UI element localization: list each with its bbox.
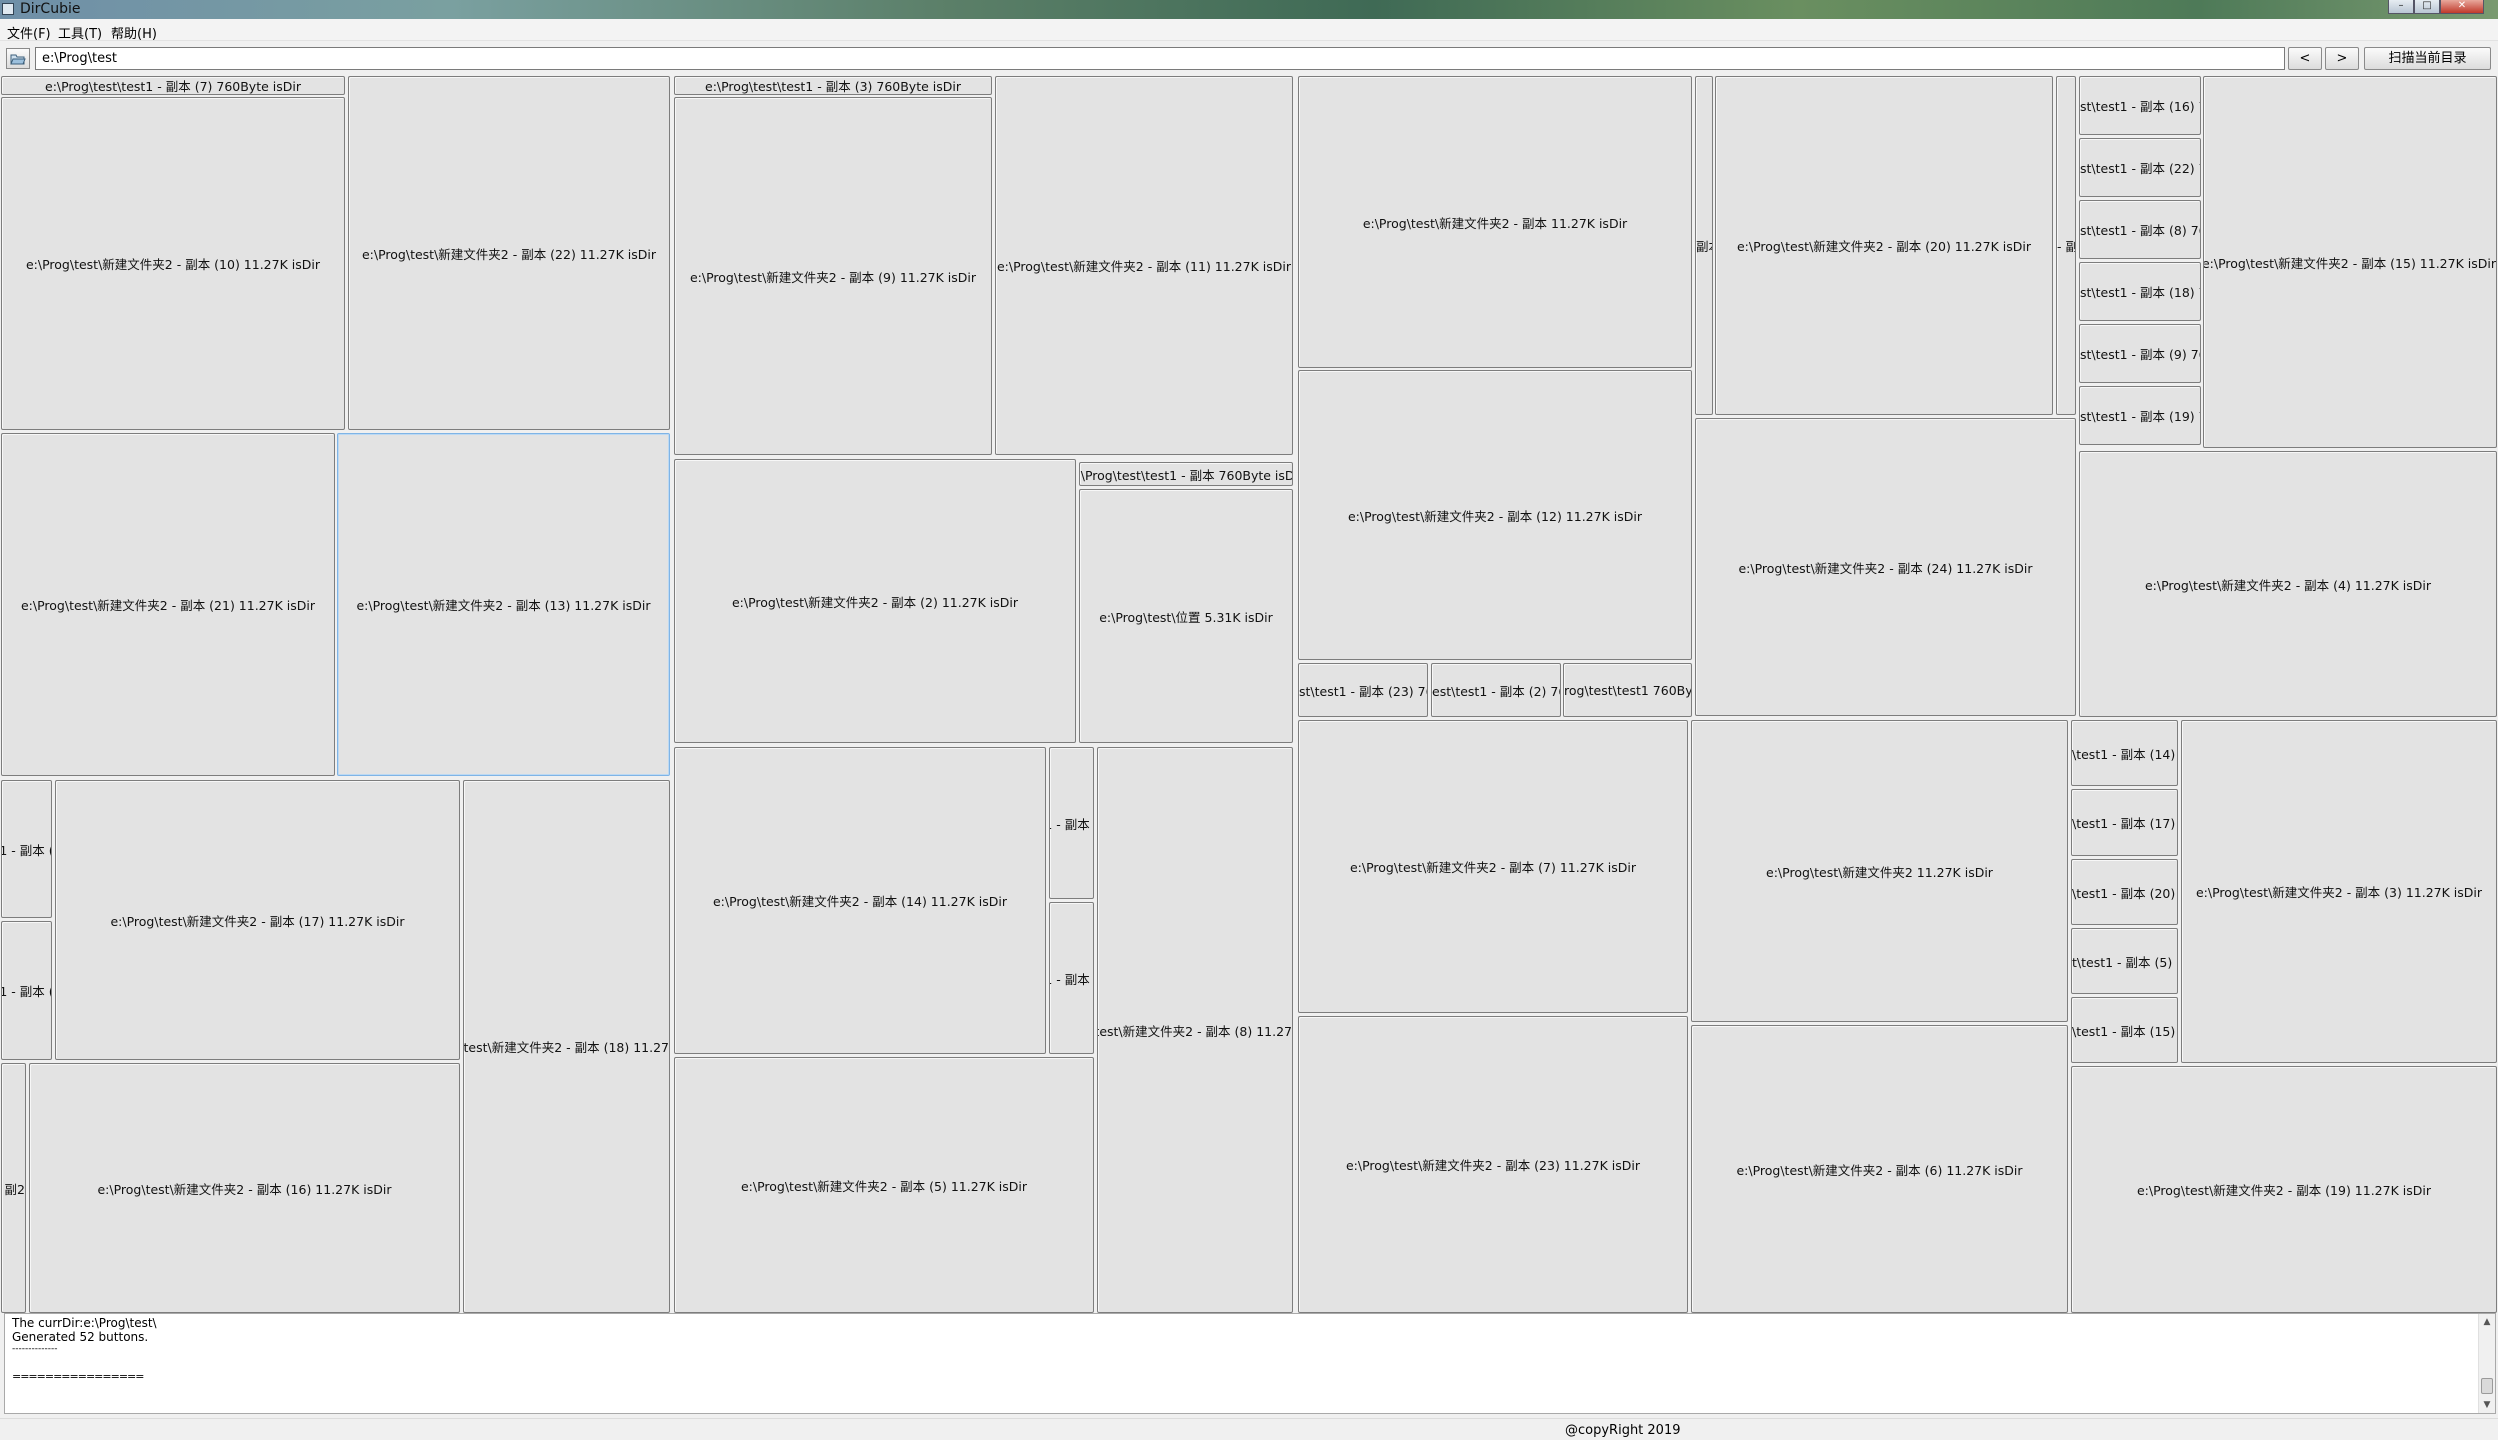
dir-tile[interactable]: e:\Prog\test\新建文件夹2 - 副本 (6) 11.27K isDi… [1691, 1025, 2068, 1313]
dir-tile[interactable]: e:\Prog\test\test1 - 副本 (3) 760Byte isDi… [674, 76, 992, 95]
back-button[interactable]: < [2288, 47, 2322, 70]
log-line: Generated 52 buttons. [12, 1330, 149, 1344]
dir-tile[interactable]: e:\Prog\test\新建文件夹2 - 副本 (4) 11.27K isDi… [2079, 451, 2497, 717]
dir-tile[interactable]: e:\Prog\test\新建文件夹2 - 副本 (10) 11.27K isD… [1, 97, 345, 430]
open-folder-button[interactable] [6, 48, 30, 69]
menu-file[interactable]: 文件(F) [7, 23, 51, 42]
dir-tile[interactable]: e:\Prog\test\新建文件夹2 - 副本 (16) 11.27K isD… [29, 1063, 460, 1313]
status-bar: @copyRight 2019 [0, 1418, 2498, 1440]
dir-tile[interactable]: e:\Prog\test\位置 5.31K isDir [1079, 489, 1293, 743]
menu-help[interactable]: 帮助(H) [111, 23, 157, 42]
dir-tile[interactable]: e:\Prog\test\新建文件夹2 - 副本 (14) 11.27K isD… [674, 747, 1046, 1054]
log-scrollbar[interactable]: ▲ ▼ [2478, 1314, 2495, 1413]
dir-tile[interactable]: 1 - 副本 ( [1049, 902, 1094, 1054]
dir-tile[interactable]: st\test1 - 副本 (23) 76 [1298, 663, 1428, 717]
dir-tile[interactable]: st\test1 - 副本 (9) 76 [2079, 324, 2201, 383]
window-title: DirCubie [20, 1, 81, 17]
log-line: The currDir:e:\Prog\test\ [12, 1316, 157, 1330]
dir-tile[interactable]: e:\Prog\test\test1 - 副本 760Byte isDir [1079, 462, 1293, 486]
menu-tools[interactable]: 工具(T) [58, 23, 102, 42]
maximize-button[interactable]: □ [2414, 0, 2440, 14]
dir-tile[interactable]: e:\Prog\test\新建文件夹2 - 副本 11.27K isDir [1298, 76, 1692, 368]
scroll-up-icon[interactable]: ▲ [2479, 1314, 2495, 1330]
menu-bar: 文件(F) 工具(T) 帮助(H) [0, 19, 2498, 42]
dir-tile[interactable]: e:\Prog\test\新建文件夹2 - 副本 (21) 11.27K isD… [1, 433, 335, 776]
folder-open-icon [10, 54, 26, 65]
dir-tile[interactable]: e:\Prog\test\新建文件夹2 - 副本 (24) 11.27K isD… [1695, 418, 2076, 716]
dir-tile[interactable]: e:\Prog\test\新建文件夹2 - 副本 (17) 11.27K isD… [55, 780, 460, 1060]
dir-tile[interactable]: e:\Prog\test\新建文件夹2 - 副本 (7) 11.27K isDi… [1298, 720, 1688, 1013]
dir-tile[interactable]: t\test1 - 副本 (5) 76 [2071, 928, 2178, 994]
dir-tile[interactable]: \test1 - 副本 (15) 7 [2071, 997, 2178, 1063]
scroll-thumb[interactable] [2481, 1378, 2493, 1394]
dir-tile[interactable]: e:\Prog\test\test1 - 副本 (7) 760Byte isDi… [1, 76, 345, 95]
dir-tile[interactable]: g\test\新建文件夹2 - 副本 (18) 11.27 [463, 780, 670, 1313]
dir-tile[interactable]: \test1 - 副本 (17) 7 [2071, 789, 2178, 856]
scan-current-dir-button[interactable]: 扫描当前目录 [2364, 47, 2491, 70]
toolbar: < > 扫描当前目录 [0, 42, 2498, 76]
dir-tile[interactable]: e:\Prog\test\新建文件夹2 - 副本 (11) 11.27K isD… [995, 76, 1293, 455]
dir-tile[interactable]: e:\Prog\test\新建文件夹2 - 副本 (15) 11.27K isD… [2203, 76, 2497, 448]
dir-tile[interactable]: - 副2 [1, 1063, 26, 1313]
forward-button[interactable]: > [2325, 47, 2359, 70]
dir-tile[interactable]: e:\Prog\test\新建文件夹2 - 副本 (9) 11.27K isDi… [674, 97, 992, 455]
dir-tile[interactable]: e:\Prog\test\新建文件夹2 - 副本 (3) 11.27K isDi… [2181, 720, 2497, 1063]
dir-tile[interactable]: \test1 - 副本 (20) 7 [2071, 859, 2178, 925]
dir-tile[interactable]: e:\Prog\test\新建文件夹2 - 副本 (22) 11.27K isD… [348, 76, 670, 430]
dir-tile[interactable]: st\test1 - 副本 (8) 76 [2079, 200, 2201, 259]
dir-tile[interactable]: e:\Prog\test\新建文件夹2 - 副本 (19) 11.27K isD… [2071, 1066, 2497, 1313]
dir-tile[interactable]: st\test1 - 副本 (16) 76 [2079, 76, 2201, 135]
dir-tile[interactable]: st\test1 - 副本 (19) 76 [2079, 386, 2201, 445]
copyright-text: @copyRight 2019 [1565, 1423, 1681, 1438]
directory-treemap: e:\Prog\test\test1 - 副本 (7) 760Byte isDi… [0, 75, 2498, 1314]
dir-tile[interactable]: e:\Prog\test\新建文件夹2 - 副本 (5) 11.27K isDi… [674, 1057, 1094, 1313]
dir-tile[interactable]: 1 - 副本 ( [1, 921, 52, 1060]
title-bar: DirCubie – □ ✕ [0, 0, 2498, 19]
log-line: ================ [12, 1370, 144, 1383]
dir-tile[interactable]: e:\Prog\test\新建文件夹2 - 副本 (20) 11.27K isD… [1715, 76, 2053, 415]
dir-tile[interactable]: rog\test\test1 760Byte [1563, 663, 1692, 717]
dir-tile[interactable]: \test1 - 副本 (14) 7 [2071, 720, 2178, 786]
output-log[interactable]: The currDir:e:\Prog\test\ Generated 52 b… [4, 1313, 2496, 1414]
dir-tile[interactable]: e:\Prog\test\新建文件夹2 11.27K isDir [1691, 720, 2068, 1022]
path-input[interactable] [35, 47, 2285, 70]
close-button[interactable]: ✕ [2440, 0, 2484, 14]
dir-tile[interactable]: e:\Prog\test\新建文件夹2 - 副本 (2) 11.27K isDi… [674, 459, 1076, 743]
dir-tile[interactable]: - 副 [2056, 76, 2076, 415]
dir-tile[interactable]: e:\Prog\test\新建文件夹2 - 副本 (13) 11.27K isD… [337, 433, 670, 776]
dir-tile[interactable]: 副本 [1695, 76, 1713, 415]
scroll-down-icon[interactable]: ▼ [2479, 1397, 2495, 1413]
dir-tile[interactable]: e:\Prog\test\新建文件夹2 - 副本 (12) 11.27K isD… [1298, 370, 1692, 660]
log-line: -------------- [12, 1344, 58, 1354]
dir-tile[interactable]: g\test\新建文件夹2 - 副本 (8) 11.27 [1097, 747, 1293, 1313]
minimize-button[interactable]: – [2388, 0, 2414, 14]
dir-tile[interactable]: st\test1 - 副本 (18) 76 [2079, 262, 2201, 321]
app-icon [2, 3, 14, 15]
dir-tile[interactable]: 1 - 副本 ( [1049, 747, 1094, 899]
dir-tile[interactable]: est\test1 - 副本 (2) 760 [1431, 663, 1561, 717]
dir-tile[interactable]: st\test1 - 副本 (22) 76 [2079, 138, 2201, 197]
dir-tile[interactable]: e:\Prog\test\新建文件夹2 - 副本 (23) 11.27K isD… [1298, 1016, 1688, 1313]
dir-tile[interactable]: 1 - 副本 ( [1, 780, 52, 918]
